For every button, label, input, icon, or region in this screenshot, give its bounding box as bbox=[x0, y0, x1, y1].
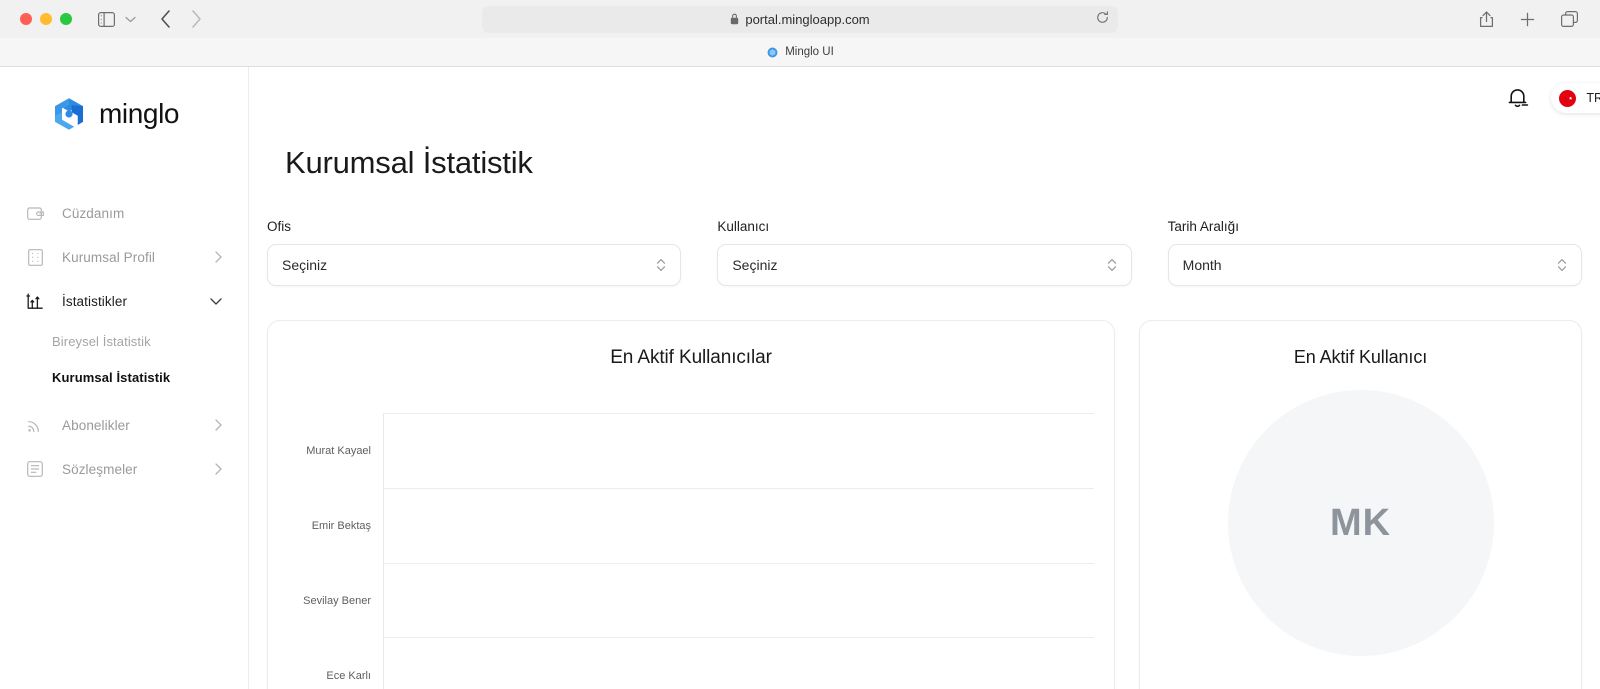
sidebar-item-sozlesmeler[interactable]: Sözleşmeler bbox=[0, 447, 248, 491]
sidebar-item-label: Kurumsal Profil bbox=[62, 249, 156, 265]
minimize-window-button[interactable] bbox=[40, 13, 52, 25]
app-topbar: TR bbox=[249, 67, 1600, 129]
sidebar-subitem-bireysel-istatistik[interactable]: Bireysel İstatistik bbox=[0, 323, 248, 359]
sidebar-toggle-icon[interactable] bbox=[98, 11, 115, 27]
chevron-right-icon bbox=[215, 419, 222, 431]
filter-kullanici: Kullanıcı Seçiniz bbox=[717, 219, 1132, 286]
browser-window: portal.mingloapp.com Minglo UI minglo Cü… bbox=[0, 0, 1600, 689]
sidebar-item-cuzdanim[interactable]: Cüzdanım bbox=[0, 191, 248, 235]
address-bar[interactable]: portal.mingloapp.com bbox=[482, 5, 1118, 33]
page-title: Kurumsal İstatistik bbox=[285, 145, 533, 180]
app-viewport: minglo Cüzdanım Kurumsal Profil İstatist… bbox=[0, 67, 1600, 689]
select-value: Seçiniz bbox=[282, 257, 328, 273]
avatar-initials: MK bbox=[1329, 501, 1392, 544]
sidebar-subitem-label: Bireysel İstatistik bbox=[52, 333, 151, 349]
tarih-araligi-select[interactable]: Month bbox=[1167, 244, 1582, 286]
window-controls bbox=[20, 13, 72, 25]
brand-logo[interactable]: minglo bbox=[0, 93, 248, 135]
chart-card-title: En Aktif Kullanıcılar bbox=[610, 347, 772, 368]
select-value: Seçiniz bbox=[732, 257, 778, 273]
chevron-right-icon bbox=[215, 251, 222, 263]
filter-bar: Ofis Seçiniz Kullanıcı Seçiniz Tarih Ara… bbox=[267, 219, 1582, 286]
lock-icon bbox=[730, 13, 739, 25]
filter-label: Tarih Aralığı bbox=[1167, 219, 1239, 234]
sidebar-item-kurumsal-profil[interactable]: Kurumsal Profil bbox=[0, 235, 248, 279]
building-icon bbox=[26, 248, 44, 266]
chart-bar-row[interactable] bbox=[384, 638, 1094, 689]
chevron-up-down-icon bbox=[1557, 257, 1567, 273]
sidebar-nav: Cüzdanım Kurumsal Profil İstatistikler B… bbox=[0, 191, 248, 491]
main-content: TR Kurumsal İstatistik Ofis Seçiniz Kull… bbox=[249, 67, 1600, 689]
url-text: portal.mingloapp.com bbox=[745, 11, 870, 27]
filter-ofis: Ofis Seçiniz bbox=[267, 219, 682, 286]
sidebar-subitem-kurumsal-istatistik[interactable]: Kurumsal İstatistik bbox=[0, 359, 248, 395]
top-user-avatar-wrap: MK bbox=[1160, 390, 1561, 656]
active-users-bar-chart: Murat Kayael Emir Bektaş Sevilay Bener E… bbox=[288, 413, 1094, 689]
sidebar-item-abonelikler[interactable]: Abonelikler bbox=[0, 403, 248, 447]
chart-y-tick: Ece Karlı bbox=[326, 669, 371, 682]
minglo-favicon-icon bbox=[766, 46, 778, 58]
ofis-select[interactable]: Seçiniz bbox=[267, 244, 682, 286]
chart-y-tick: Emir Bektaş bbox=[311, 519, 371, 532]
bookmark-label[interactable]: Minglo UI bbox=[785, 46, 834, 58]
chart-bar-row[interactable] bbox=[384, 489, 1094, 564]
forward-button[interactable] bbox=[191, 10, 202, 28]
broadcast-icon bbox=[26, 416, 44, 434]
chart-y-tick: Murat Kayael bbox=[306, 444, 371, 457]
chevron-right-icon bbox=[215, 463, 222, 475]
chart-y-axis: Murat Kayael Emir Bektaş Sevilay Bener E… bbox=[288, 413, 384, 689]
toolbar-actions bbox=[1479, 10, 1586, 28]
cards-row: En Aktif Kullanıcılar Murat Kayael Emir … bbox=[267, 320, 1582, 689]
turkey-flag-icon bbox=[1559, 89, 1577, 107]
bar-chart-icon bbox=[26, 292, 44, 310]
chevron-down-icon[interactable] bbox=[125, 16, 136, 23]
select-value: Month bbox=[1182, 257, 1222, 273]
language-switcher[interactable]: TR bbox=[1551, 83, 1600, 113]
new-tab-icon[interactable] bbox=[1520, 12, 1535, 27]
chart-y-tick: Sevilay Bener bbox=[303, 594, 371, 607]
chevron-up-down-icon bbox=[656, 257, 666, 273]
brand-name: minglo bbox=[99, 98, 180, 129]
share-icon[interactable] bbox=[1479, 10, 1494, 28]
language-code: TR bbox=[1586, 91, 1600, 105]
reload-icon[interactable] bbox=[1096, 11, 1109, 27]
avatar: MK bbox=[1227, 390, 1494, 656]
chart-plot-area bbox=[384, 413, 1094, 689]
chevron-up-down-icon bbox=[1107, 257, 1117, 273]
top-user-card: En Aktif Kullanıcı MK bbox=[1139, 320, 1582, 689]
wallet-icon bbox=[26, 204, 44, 222]
sidebar-item-label: Cüzdanım bbox=[62, 205, 125, 221]
sidebar-subitem-label: Kurumsal İstatistik bbox=[52, 369, 171, 385]
kullanici-select[interactable]: Seçiniz bbox=[717, 244, 1132, 286]
filter-tarih-araligi: Tarih Aralığı Month bbox=[1167, 219, 1582, 286]
top-user-card-title: En Aktif Kullanıcı bbox=[1293, 347, 1428, 367]
close-window-button[interactable] bbox=[20, 13, 32, 25]
active-users-chart-card: En Aktif Kullanıcılar Murat Kayael Emir … bbox=[267, 320, 1115, 689]
tab-overview-icon[interactable] bbox=[1561, 11, 1578, 27]
sidebar-item-label: İstatistikler bbox=[62, 293, 128, 309]
chevron-down-icon bbox=[210, 297, 222, 305]
chart-bar-row[interactable] bbox=[384, 564, 1094, 639]
app-sidebar: minglo Cüzdanım Kurumsal Profil İstatist… bbox=[0, 67, 249, 689]
sidebar-item-istatistikler[interactable]: İstatistikler bbox=[0, 279, 248, 323]
minglo-logo-icon bbox=[55, 98, 83, 130]
notification-bell-icon[interactable] bbox=[1507, 86, 1529, 110]
filter-label: Kullanıcı bbox=[717, 219, 770, 234]
maximize-window-button[interactable] bbox=[60, 13, 72, 25]
sidebar-item-label: Sözleşmeler bbox=[62, 461, 138, 477]
bookmarks-bar: Minglo UI bbox=[0, 38, 1600, 67]
document-icon bbox=[26, 460, 44, 478]
browser-toolbar: portal.mingloapp.com bbox=[0, 0, 1600, 38]
filter-label: Ofis bbox=[267, 219, 292, 234]
sidebar-item-label: Abonelikler bbox=[62, 417, 130, 433]
chart-bar-row[interactable] bbox=[384, 414, 1094, 489]
back-button[interactable] bbox=[160, 10, 171, 28]
